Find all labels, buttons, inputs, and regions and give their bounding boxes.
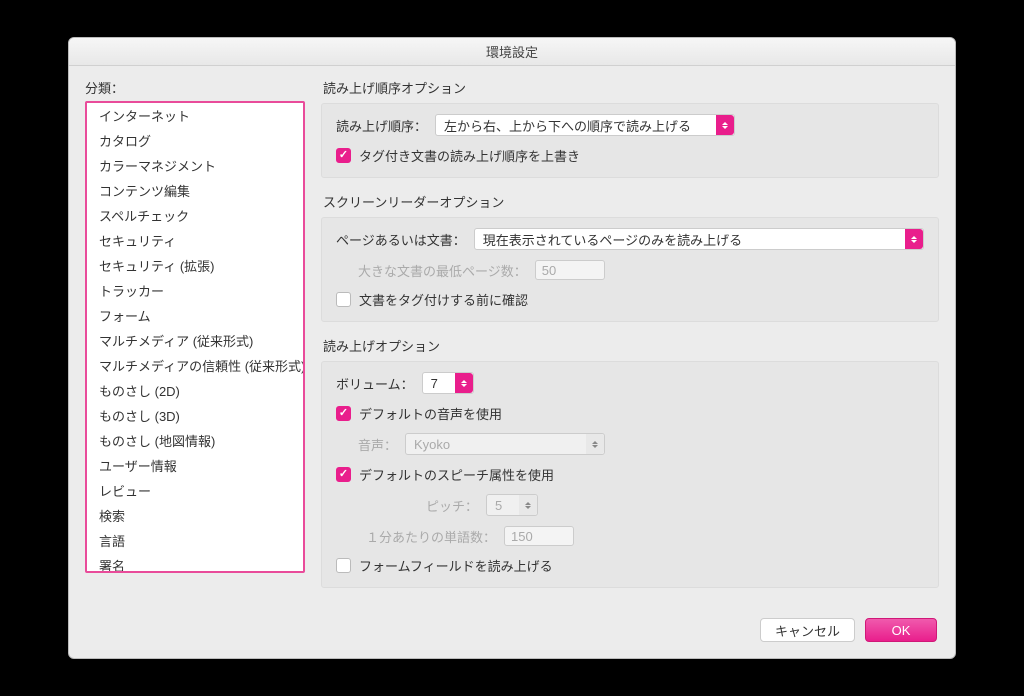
window-title: 環境設定 xyxy=(486,42,538,61)
main-panel: 読み上げ順序オプション 読み上げ順序： 左から右、上から下への順序で読み上げる … xyxy=(321,78,939,602)
use-default-speech-checkbox[interactable] xyxy=(336,467,351,482)
preferences-window: 環境設定 分類： インターネットカタログカラーマネジメントコンテンツ編集スペルチ… xyxy=(68,37,956,659)
dropdown-arrow-icon xyxy=(716,115,734,135)
use-default-voice-label: デフォルトの音声を使用 xyxy=(359,404,502,423)
dropdown-arrow-icon xyxy=(455,373,473,393)
page-or-document-label: ページあるいは文書： xyxy=(336,230,466,249)
titlebar: 環境設定 xyxy=(69,38,955,66)
footer: キャンセル OK xyxy=(69,610,955,658)
sidebar-item[interactable]: 署名 xyxy=(87,553,303,573)
read-form-fields-label: フォームフィールドを読み上げる xyxy=(359,556,553,575)
sidebar-item[interactable]: マルチメディアの信頼性 (従来形式) xyxy=(87,353,303,378)
confirm-before-tagging-label: 文書をタグ付けする前に確認 xyxy=(359,290,528,309)
voice-label: 音声： xyxy=(358,435,397,454)
sidebar-item[interactable]: セキュリティ xyxy=(87,228,303,253)
volume-label: ボリューム： xyxy=(336,374,414,393)
dropdown-arrow-icon xyxy=(586,434,604,454)
category-sidebar[interactable]: インターネットカタログカラーマネジメントコンテンツ編集スペルチェックセキュリティ… xyxy=(85,101,305,573)
dropdown-arrow-icon xyxy=(905,229,923,249)
screen-reader-section: ページあるいは文書： 現在表示されているページのみを読み上げる 大きな文書の最低… xyxy=(321,217,939,322)
reading-options-section: ボリューム： 7 デフォルトの音声を使用 音声： Kyoko xyxy=(321,361,939,588)
cancel-button[interactable]: キャンセル xyxy=(760,618,855,642)
use-default-voice-checkbox[interactable] xyxy=(336,406,351,421)
sidebar-item[interactable]: コンテンツ編集 xyxy=(87,178,303,203)
sidebar-item[interactable]: セキュリティ (拡張) xyxy=(87,253,303,278)
sidebar-item[interactable]: ものさし (3D) xyxy=(87,403,303,428)
sidebar-item[interactable]: 言語 xyxy=(87,528,303,553)
volume-value: 7 xyxy=(431,376,438,391)
voice-select: Kyoko xyxy=(405,433,605,455)
page-or-document-select[interactable]: 現在表示されているページのみを読み上げる xyxy=(474,228,924,250)
sidebar-item[interactable]: インターネット xyxy=(87,103,303,128)
screen-reader-section-title: スクリーンリーダーオプション xyxy=(321,192,939,211)
content-area: 分類： インターネットカタログカラーマネジメントコンテンツ編集スペルチェックセキ… xyxy=(69,66,955,610)
sidebar-item[interactable]: トラッカー xyxy=(87,278,303,303)
pitch-label: ピッチ： xyxy=(426,496,478,515)
use-default-speech-label: デフォルトのスピーチ属性を使用 xyxy=(359,465,554,484)
min-pages-label: 大きな文書の最低ページ数： xyxy=(358,261,527,280)
sidebar-item[interactable]: フォーム xyxy=(87,303,303,328)
sidebar-item[interactable]: レビュー xyxy=(87,478,303,503)
sidebar-item[interactable]: ものさし (地図情報) xyxy=(87,428,303,453)
override-reading-order-label: タグ付き文書の読み上げ順序を上書き xyxy=(359,146,580,165)
min-pages-input: 50 xyxy=(535,260,605,280)
ok-button[interactable]: OK xyxy=(865,618,937,642)
words-per-minute-input: 150 xyxy=(504,526,574,546)
reading-order-select[interactable]: 左から右、上から下への順序で読み上げる xyxy=(435,114,735,136)
pitch-value: 5 xyxy=(495,498,502,513)
sidebar-item[interactable]: 検索 xyxy=(87,503,303,528)
volume-select[interactable]: 7 xyxy=(422,372,474,394)
confirm-before-tagging-checkbox[interactable] xyxy=(336,292,351,307)
sidebar-item[interactable]: ユーザー情報 xyxy=(87,453,303,478)
pitch-select: 5 xyxy=(486,494,538,516)
override-reading-order-checkbox[interactable] xyxy=(336,148,351,163)
sidebar-item[interactable]: カラーマネジメント xyxy=(87,153,303,178)
sidebar-item[interactable]: マルチメディア (従来形式) xyxy=(87,328,303,353)
sidebar-item[interactable]: スペルチェック xyxy=(87,203,303,228)
reading-order-section-title: 読み上げ順序オプション xyxy=(321,78,939,97)
reading-order-label: 読み上げ順序： xyxy=(336,116,427,135)
words-per-minute-label: １分あたりの単語数： xyxy=(366,527,496,546)
reading-order-value: 左から右、上から下への順序で読み上げる xyxy=(444,116,691,135)
sidebar-wrap: 分類： インターネットカタログカラーマネジメントコンテンツ編集スペルチェックセキ… xyxy=(85,78,305,602)
sidebar-label: 分類： xyxy=(85,78,305,97)
dropdown-arrow-icon xyxy=(519,495,537,515)
read-form-fields-checkbox[interactable] xyxy=(336,558,351,573)
sidebar-item[interactable]: ものさし (2D) xyxy=(87,378,303,403)
page-or-document-value: 現在表示されているページのみを読み上げる xyxy=(483,230,742,249)
reading-options-section-title: 読み上げオプション xyxy=(321,336,939,355)
sidebar-item[interactable]: カタログ xyxy=(87,128,303,153)
reading-order-section: 読み上げ順序： 左から右、上から下への順序で読み上げる タグ付き文書の読み上げ順… xyxy=(321,103,939,178)
voice-value: Kyoko xyxy=(414,437,450,452)
